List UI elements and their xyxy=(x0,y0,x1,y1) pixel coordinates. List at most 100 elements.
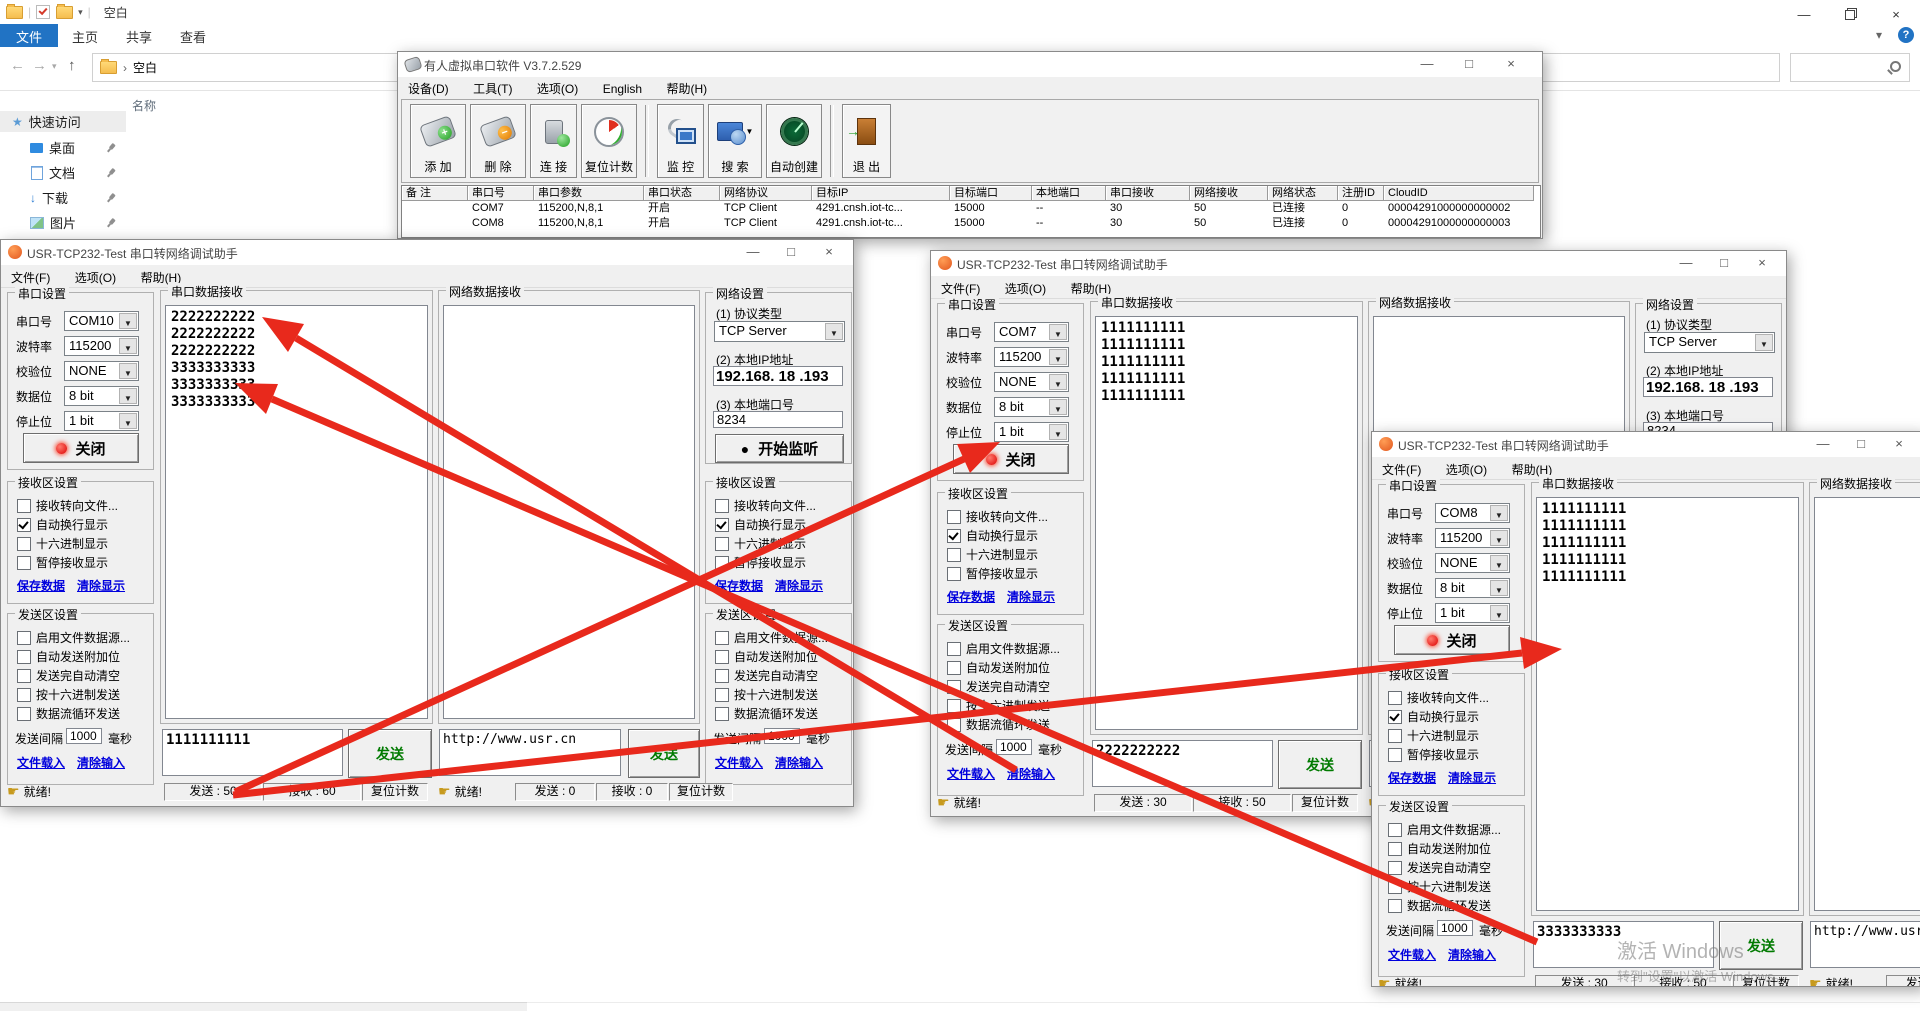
checkbox-clear-after-send[interactable]: 发送完自动清空 xyxy=(17,668,120,683)
serial-rx-area[interactable]: 1111111111 1111111111 1111111111 1111111… xyxy=(1536,497,1799,911)
sidebar-item-downloads[interactable]: ↓ 下载 xyxy=(0,187,126,208)
sidebar-item-documents[interactable]: 文档 xyxy=(0,162,126,183)
data-bits-select[interactable]: 8 bit▼ xyxy=(1435,578,1510,598)
auto-create-button[interactable]: 自动创建 xyxy=(766,104,822,178)
sidebar-item-desktop[interactable]: 桌面 xyxy=(0,137,126,158)
chevron-down-icon[interactable]: ▼ xyxy=(1490,605,1508,621)
load-file-link[interactable]: 文件载入 xyxy=(1388,946,1436,963)
checkbox-hex-display[interactable]: 十六进制显示 xyxy=(1388,728,1479,743)
maximize-button[interactable]: □ xyxy=(1843,434,1879,454)
menu-options[interactable]: 选项(O) xyxy=(1436,457,1497,478)
col-com-state[interactable]: 串口状态 xyxy=(644,186,720,201)
net-send-input[interactable]: http://www.usr.cn xyxy=(439,729,621,776)
data-bits-select[interactable]: 8 bit▼ xyxy=(64,386,139,406)
stop-bits-select[interactable]: 1 bit▼ xyxy=(1435,603,1510,623)
chevron-down-icon[interactable]: ▼ xyxy=(1049,399,1067,415)
recent-locations-icon[interactable]: ▾ xyxy=(52,61,57,72)
search-input[interactable] xyxy=(1790,53,1910,82)
menu-help[interactable]: 帮助(H) xyxy=(657,76,718,97)
baud-rate-select[interactable]: 115200▼ xyxy=(994,347,1069,367)
checkbox-hex-display[interactable]: 十六进制显示 xyxy=(947,547,1038,562)
chevron-down-icon[interactable]: ▼ xyxy=(119,363,137,379)
minimize-button[interactable]: — xyxy=(1668,253,1704,273)
checkbox-hex-display[interactable]: 十六进制显示 xyxy=(17,536,108,551)
minimize-button[interactable]: — xyxy=(1805,434,1841,454)
checkbox-auto-newline[interactable]: 自动换行显示 xyxy=(947,528,1038,543)
checkbox-recv-to-file[interactable]: 接收转向文件... xyxy=(1388,690,1489,705)
protocol-select[interactable]: TCP Server▼ xyxy=(714,321,845,342)
reset-count-button[interactable]: 复位计数 xyxy=(581,104,637,178)
tab-view[interactable]: 查看 xyxy=(166,24,220,47)
checkbox-auto-append[interactable]: 自动发送附加位 xyxy=(947,660,1050,675)
interval-input[interactable]: 1000 xyxy=(764,728,800,744)
forward-icon[interactable]: → xyxy=(32,57,47,74)
clear-display-link[interactable]: 清除显示 xyxy=(77,577,125,594)
menu-file[interactable]: 文件(F) xyxy=(1,265,60,286)
chevron-down-icon[interactable]: ▼ xyxy=(1490,555,1508,571)
checkbox-hex-send[interactable]: 按十六进制发送 xyxy=(947,698,1050,713)
checkbox-file-source[interactable]: 启用文件数据源... xyxy=(17,630,130,645)
local-ip-field[interactable]: 192.168. 18 .193 xyxy=(1643,377,1773,397)
add-button[interactable]: 添 加 xyxy=(410,104,466,178)
checkbox-recv-to-file[interactable]: 接收转向文件... xyxy=(715,498,816,513)
checkbox-auto-append[interactable]: 自动发送附加位 xyxy=(1388,841,1491,856)
column-header-name[interactable]: 名称 xyxy=(132,97,156,114)
checkbox-clear-after-send[interactable]: 发送完自动清空 xyxy=(947,679,1050,694)
clear-input-link[interactable]: 清除输入 xyxy=(77,754,125,771)
checkbox-auto-append[interactable]: 自动发送附加位 xyxy=(17,649,120,664)
chevron-down-icon[interactable]: ▼ xyxy=(825,323,843,340)
load-file-link[interactable]: 文件载入 xyxy=(715,754,763,771)
stop-bits-select[interactable]: 1 bit▼ xyxy=(994,422,1069,442)
table-row[interactable]: COM7 115200,N,8,1 开启 TCP Client 4291.cns… xyxy=(402,201,1540,216)
clear-input-link[interactable]: 清除输入 xyxy=(1448,946,1496,963)
chevron-down-icon[interactable]: ▼ xyxy=(1049,424,1067,440)
col-net-rx[interactable]: 网络接收 xyxy=(1190,186,1268,201)
load-file-link[interactable]: 文件载入 xyxy=(17,754,65,771)
chevron-down-icon[interactable]: ▼ xyxy=(119,413,137,429)
col-remark[interactable]: 备 注 xyxy=(402,186,468,201)
serial-send-button[interactable]: 发送 xyxy=(348,729,432,778)
col-reg-id[interactable]: 注册ID xyxy=(1338,186,1384,201)
checkbox-file-source[interactable]: 启用文件数据源... xyxy=(715,630,828,645)
checkbox-loop-send[interactable]: 数据流循环发送 xyxy=(715,706,818,721)
minimize-button[interactable]: — xyxy=(735,242,771,262)
col-net-state[interactable]: 网络状态 xyxy=(1268,186,1338,201)
col-target-port[interactable]: 目标端口 xyxy=(950,186,1032,201)
menu-english[interactable]: English xyxy=(593,78,652,96)
checkbox-loop-send[interactable]: 数据流循环发送 xyxy=(1388,898,1491,913)
serial-send-button[interactable]: 发送 xyxy=(1719,921,1803,970)
menu-tools[interactable]: 工具(T) xyxy=(463,76,522,97)
net-reset-count-button[interactable]: 复位计数 xyxy=(669,783,733,801)
col-target-ip[interactable]: 目标IP xyxy=(812,186,950,201)
local-port-field[interactable]: 8234 xyxy=(713,411,843,428)
checkbox-recv-to-file[interactable]: 接收转向文件... xyxy=(947,509,1048,524)
close-serial-button[interactable]: 关闭 xyxy=(23,433,139,463)
menu-options[interactable]: 选项(O) xyxy=(65,265,126,286)
interval-input[interactable]: 1000 xyxy=(996,739,1032,755)
menu-options[interactable]: 选项(O) xyxy=(527,76,588,97)
tab-home[interactable]: 主页 xyxy=(58,24,112,47)
col-com[interactable]: 串口号 xyxy=(468,186,534,201)
menu-file[interactable]: 文件(F) xyxy=(931,276,990,297)
checkbox-hex-send[interactable]: 按十六进制发送 xyxy=(1388,879,1491,894)
net-send-input[interactable]: http://www.usr.cn xyxy=(1810,921,1920,968)
clear-input-link[interactable]: 清除输入 xyxy=(1007,765,1055,782)
clear-input-link[interactable]: 清除输入 xyxy=(775,754,823,771)
serial-rx-area[interactable]: 1111111111 1111111111 1111111111 1111111… xyxy=(1095,316,1358,730)
quick-access-folder-icon[interactable] xyxy=(56,6,73,19)
ribbon-collapse-icon[interactable]: ▾ xyxy=(1876,28,1882,42)
search-button[interactable]: ▼ 搜 索 xyxy=(708,104,762,178)
checkbox-pause-recv[interactable]: 暂停接收显示 xyxy=(947,566,1038,581)
serial-send-input[interactable]: 1111111111 xyxy=(162,729,343,776)
chevron-down-icon[interactable]: ▼ xyxy=(1049,324,1067,340)
checkbox-hex-display[interactable]: 十六进制显示 xyxy=(715,536,806,551)
checkbox-loop-send[interactable]: 数据流循环发送 xyxy=(947,717,1050,732)
close-button[interactable]: × xyxy=(1881,434,1917,454)
chevron-down-icon[interactable]: ▼ xyxy=(119,338,137,354)
clear-display-link[interactable]: 清除显示 xyxy=(1007,588,1055,605)
delete-button[interactable]: 删 除 xyxy=(470,104,526,178)
exit-button[interactable]: 退 出 xyxy=(842,104,891,178)
clear-display-link[interactable]: 清除显示 xyxy=(775,577,823,594)
back-icon[interactable]: ← xyxy=(10,57,25,74)
net-rx-area[interactable] xyxy=(1814,497,1920,911)
